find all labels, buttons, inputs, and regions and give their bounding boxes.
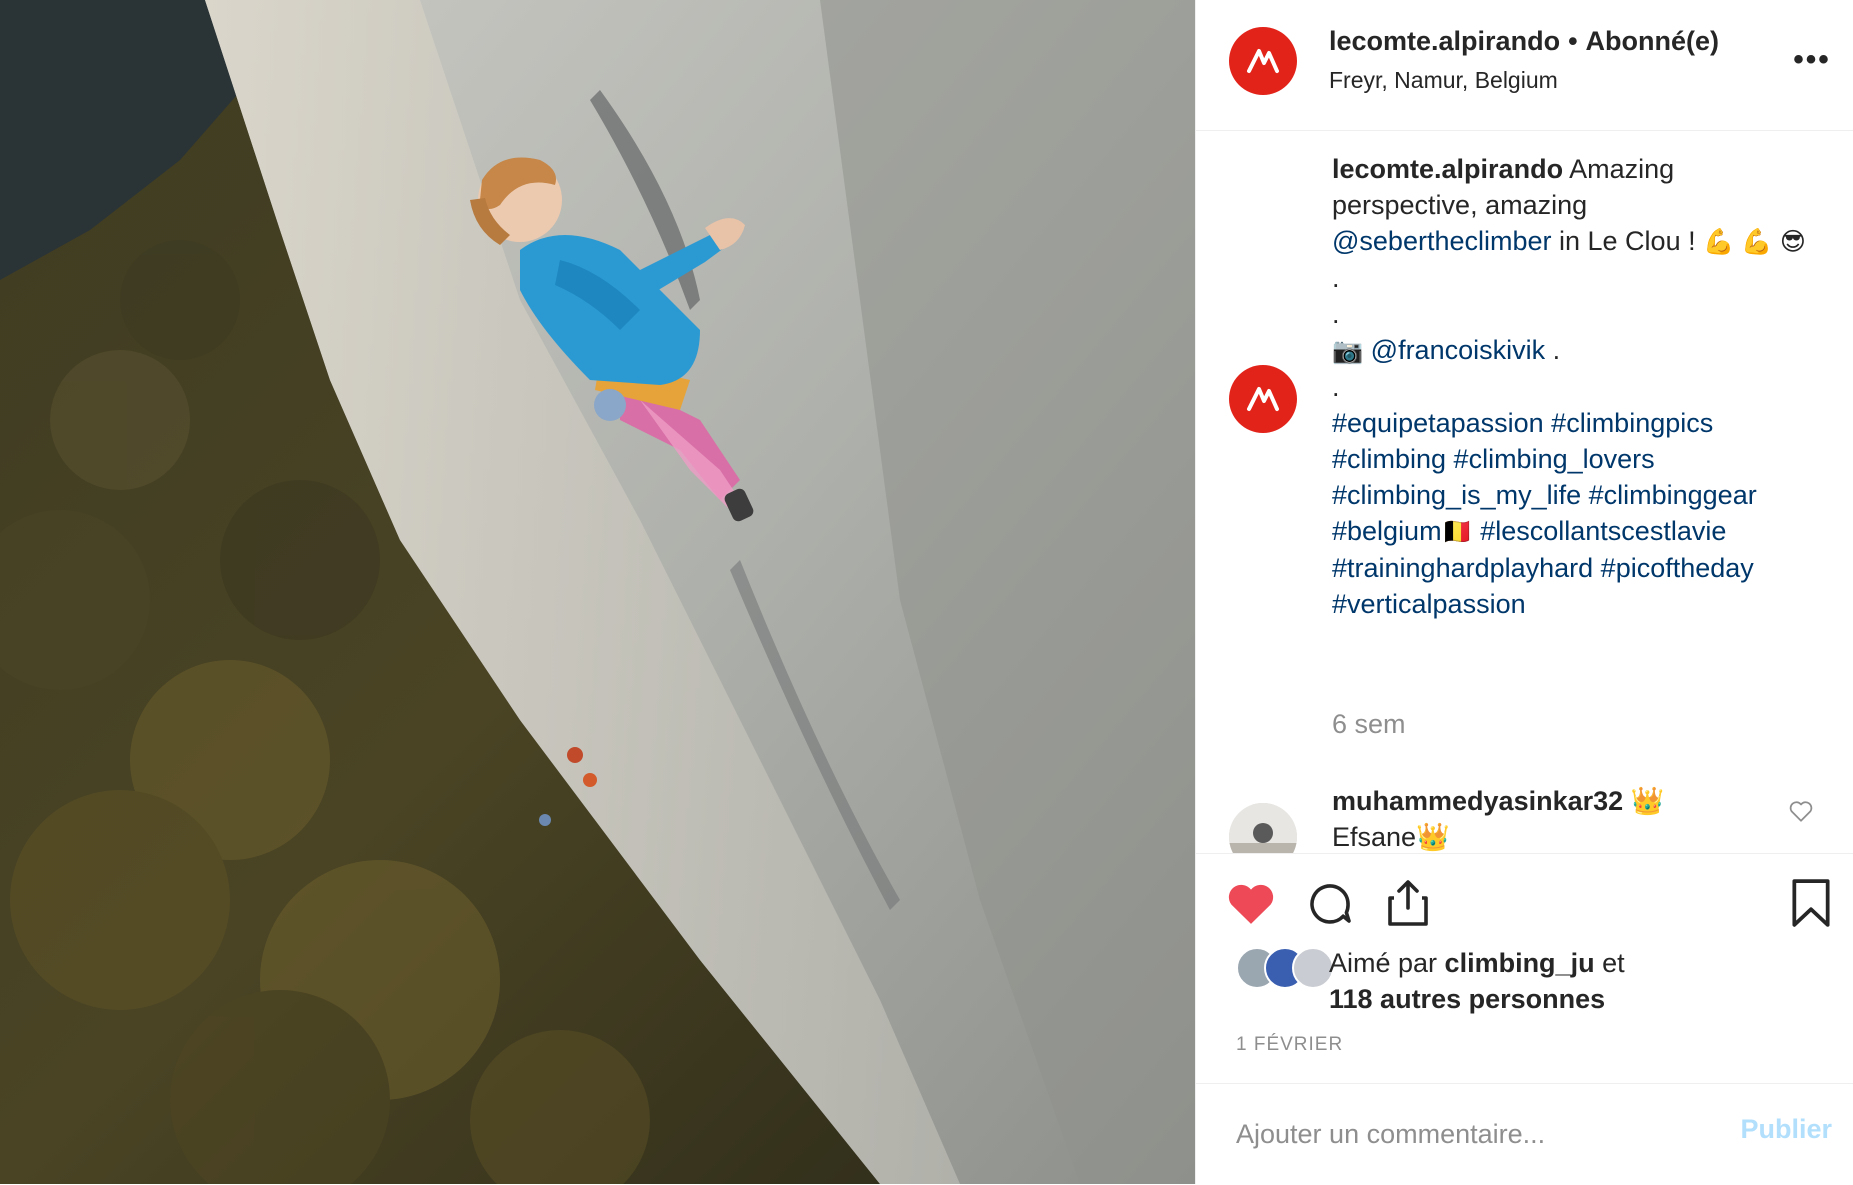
caption-text: in Le Clou ! (1551, 226, 1704, 256)
comments-section[interactable]: lecomte.alpirando Amazing perspective, a… (1196, 131, 1853, 853)
post-header: lecomte.alpirando • Abonné(e) Freyr, Namur… (1196, 0, 1853, 131)
climber-photo-image (0, 0, 1195, 1184)
caption-author-avatar[interactable] (1229, 365, 1297, 433)
comment-button[interactable] (1306, 880, 1354, 933)
commenter-username-line: muhammedyasinkar32 👑 (1332, 785, 1664, 817)
save-bookmark-button[interactable] (1790, 878, 1832, 933)
comment-item: muhammedyasinkar32 👑 Efsane👑 (1196, 785, 1853, 853)
bookmark-icon (1792, 879, 1830, 927)
comment-bubble-icon (1310, 884, 1351, 924)
post-side-panel: lecomte.alpirando • Abonné(e) Freyr, Namur… (1195, 0, 1853, 1184)
post-photo[interactable] (0, 0, 1195, 1184)
commenter-photo (1229, 803, 1297, 853)
likes-suffix: et (1594, 948, 1625, 978)
montagne-logo-icon (1247, 49, 1279, 73)
share-upload-icon (1388, 880, 1428, 926)
commenter-username[interactable]: muhammedyasinkar32 (1332, 786, 1623, 816)
crown-emoji: 👑 (1630, 786, 1665, 816)
author-username[interactable]: lecomte.alpirando (1329, 26, 1560, 56)
heart-filled-icon (1228, 884, 1274, 924)
hashtag-line[interactable]: #traininghardplayhard #picoftheday (1332, 550, 1812, 586)
follow-status-button[interactable]: Abonné(e) (1586, 26, 1719, 56)
liker-avatar (1292, 947, 1334, 989)
liker-avatars[interactable] (1236, 947, 1336, 989)
caption-username[interactable]: lecomte.alpirando (1332, 154, 1563, 184)
likes-prefix: Aimé par (1329, 948, 1445, 978)
hashtag-line[interactable]: #climbing #climbing_lovers (1332, 441, 1812, 477)
camera-emoji: 📷 (1332, 337, 1364, 365)
hashtag-line[interactable]: #equipetapassion #climbingpics (1332, 405, 1812, 441)
post-actions: Aimé par climbing_ju et 118 autres perso… (1196, 853, 1853, 1084)
caption-time-ago: 6 sem (1332, 709, 1406, 739)
post-date[interactable]: 1 FÉVRIER (1236, 1034, 1343, 1056)
like-button[interactable] (1226, 880, 1276, 931)
first-liker-username[interactable]: climbing_ju (1445, 948, 1595, 978)
caption-dot: . (1545, 335, 1561, 365)
montagne-logo-icon (1247, 387, 1279, 411)
comment-text: Efsane👑 (1332, 822, 1450, 852)
caption-dot: . (1332, 372, 1340, 402)
comment-input[interactable] (1236, 1106, 1696, 1162)
header-user-line: lecomte.alpirando • Abonné(e) (1329, 26, 1719, 57)
separator-dot: • (1568, 26, 1578, 56)
more-options-button[interactable]: ••• (1790, 38, 1834, 82)
sunglasses-emoji: 😎 (1779, 228, 1806, 256)
author-avatar[interactable] (1229, 27, 1297, 95)
belgium-flag-emoji: 🇧🇪 (1441, 518, 1473, 546)
commenter-avatar[interactable] (1229, 803, 1297, 853)
hashtag-link[interactable]: #belgium (1332, 516, 1442, 546)
caption-dot: . (1332, 299, 1340, 329)
hashtag-line[interactable]: #climbing_is_my_life #climbinggear (1332, 477, 1812, 513)
mention-link[interactable]: @sebertheclimber (1332, 226, 1552, 256)
mention-link[interactable]: @francoiskivik (1371, 335, 1545, 365)
share-button[interactable] (1384, 878, 1432, 933)
muscle-emoji: 💪 💪 (1703, 228, 1773, 256)
hashtag-line[interactable]: #verticalpassion (1332, 586, 1812, 622)
post-location[interactable]: Freyr, Namur, Belgium (1329, 67, 1558, 94)
hashtag-link[interactable]: #lescollantscestlavie (1473, 516, 1726, 546)
post-caption: lecomte.alpirando Amazing perspective, a… (1332, 151, 1812, 622)
publish-button[interactable]: Publier (1740, 1114, 1832, 1145)
caption-dot: . (1332, 263, 1340, 293)
more-options-icon: ••• (1793, 43, 1831, 76)
comment-like-button[interactable] (1788, 799, 1814, 828)
other-likers-link[interactable]: 118 autres personnes (1329, 984, 1605, 1014)
likes-text: Aimé par climbing_ju et 118 autres perso… (1329, 945, 1749, 1017)
add-comment-bar: Publier (1196, 1083, 1853, 1185)
heart-outline-icon (1789, 801, 1813, 822)
